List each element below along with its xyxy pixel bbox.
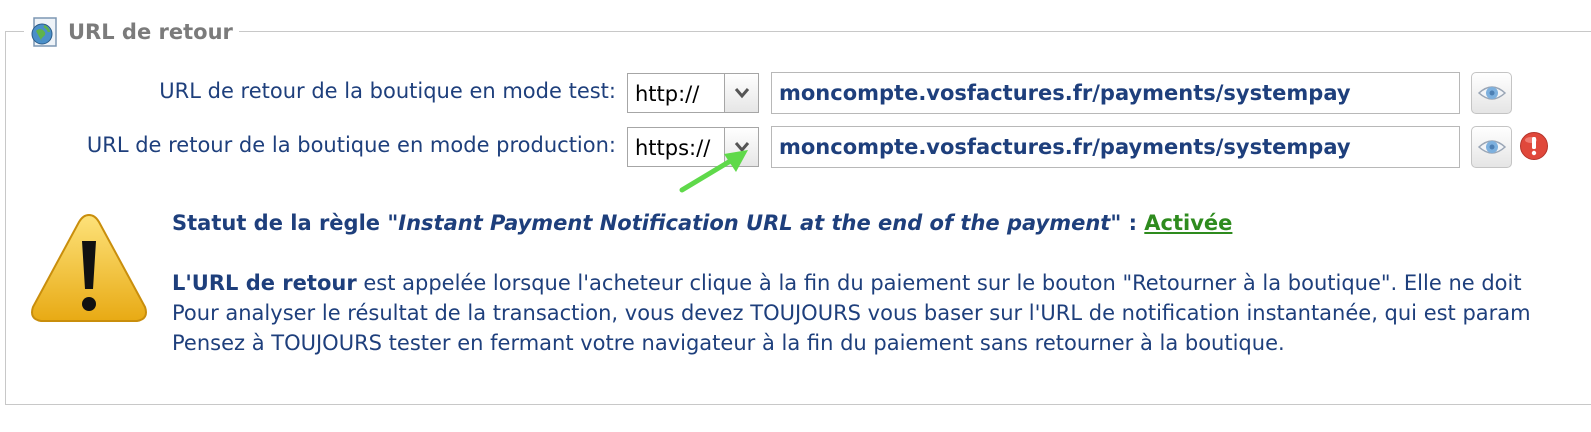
info-line-2: Pour analyser le résultat de la transact… [172,301,1531,325]
production-url-label: URL de retour de la boutique en mode pro… [86,133,616,157]
ipn-rule-status: Statut de la règle "Instant Payment Noti… [172,211,1232,235]
info-line-1-bold: L'URL de retour [172,271,357,295]
eye-icon [1477,86,1506,100]
production-url-preview-button[interactable] [1471,126,1512,168]
chevron-down-icon[interactable] [724,74,758,112]
eye-icon [1477,140,1506,154]
test-protocol-select[interactable]: http:// [627,73,759,113]
test-url-input[interactable]: moncompte.vosfactures.fr/payments/system… [771,72,1460,114]
status-suffix: " : [1110,211,1145,235]
status-activated-link[interactable]: Activée [1144,211,1232,235]
production-url-input[interactable]: moncompte.vosfactures.fr/payments/system… [771,126,1460,168]
section-title: URL de retour [68,20,233,44]
section-legend: URL de retour [24,14,239,50]
globe-page-icon [31,17,57,47]
test-protocol-value: http:// [635,82,700,106]
info-line-1: L'URL de retour est appelée lorsque l'ac… [172,271,1522,295]
test-url-preview-button[interactable] [1471,72,1512,114]
test-url-label: URL de retour de la boutique en mode tes… [159,79,616,103]
error-icon [1520,132,1548,160]
status-prefix: Statut de la règle " [172,211,399,235]
rule-name: Instant Payment Notification URL at the … [398,211,1111,235]
info-line-1-rest: est appelée lorsque l'acheteur clique à … [356,271,1522,295]
annotation-arrow-icon [679,150,748,193]
info-line-3: Pensez à TOUJOURS tester en fermant votr… [172,331,1285,355]
warning-icon [31,213,147,322]
